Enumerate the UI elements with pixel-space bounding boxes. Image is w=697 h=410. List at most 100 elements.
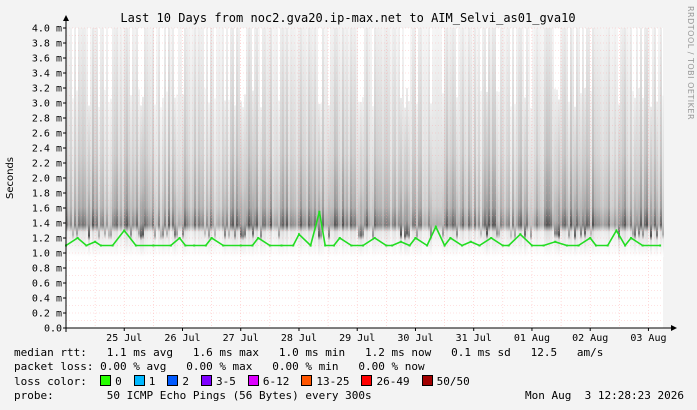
loss-color-swatch bbox=[361, 375, 373, 386]
x-tick-label: 02 Aug bbox=[572, 333, 608, 344]
y-tick-label: 0.6 m bbox=[32, 279, 62, 290]
median-rtt-point bbox=[629, 237, 632, 239]
loss-color-item: 0 bbox=[100, 375, 122, 388]
chart-title: Last 10 Days from noc2.gva20.ip-max.net … bbox=[120, 11, 575, 25]
loss-color-row: loss color: 0 1 2 3-5 6-12 13-25 26-49 50/50 bbox=[14, 375, 482, 388]
y-tick-label: 0.0 bbox=[44, 324, 62, 335]
loss-color-item: 26-49 bbox=[361, 375, 410, 388]
probe-text: 50 ICMP Echo Pings (56 Bytes) every 300s bbox=[106, 389, 372, 402]
loss-color-label-item: 26-49 bbox=[376, 375, 410, 388]
y-tick-label: 4.0 m bbox=[32, 24, 62, 35]
x-axis-arrow bbox=[671, 325, 677, 331]
y-tick-label: 2.6 m bbox=[32, 129, 62, 140]
median-rtt-point bbox=[268, 244, 271, 247]
median-rtt-point bbox=[280, 244, 283, 247]
loss-color-label-item: 0 bbox=[115, 375, 122, 388]
median-rtt-point bbox=[338, 237, 341, 239]
median-rtt-point bbox=[469, 240, 472, 243]
median-rtt-point bbox=[519, 233, 522, 236]
median-rtt-point bbox=[414, 237, 417, 239]
median-rtt-point bbox=[595, 244, 598, 247]
median-rtt-point bbox=[385, 244, 388, 247]
median-rtt-point bbox=[391, 244, 394, 247]
loss-color-item: 13-25 bbox=[301, 375, 349, 388]
median-rtt-point bbox=[461, 244, 464, 247]
x-tick-label: 31 Jul bbox=[456, 333, 492, 344]
y-tick-label: 0.8 m bbox=[32, 264, 62, 275]
median-rtt-point bbox=[123, 229, 126, 232]
median-rtt-point bbox=[239, 244, 242, 247]
median-rtt-point bbox=[222, 244, 225, 247]
y-tick-label: 3.0 m bbox=[32, 99, 62, 110]
median-rtt-point bbox=[426, 244, 429, 247]
median-rtt-point bbox=[530, 244, 533, 247]
median-rtt-row: median rtt: 1.1 ms avg 1.6 ms max 1.0 ms… bbox=[14, 347, 603, 359]
median-rtt-point bbox=[184, 244, 187, 247]
loss-color-swatch bbox=[200, 375, 212, 386]
loss-color-swatch bbox=[133, 375, 145, 386]
median-rtt-point bbox=[554, 240, 557, 243]
median-rtt-point bbox=[542, 244, 545, 247]
median-rtt-point bbox=[76, 237, 79, 239]
median-rtt-label: median rtt: bbox=[14, 346, 87, 359]
x-tick-label: 30 Jul bbox=[397, 333, 433, 344]
loss-color-swatch bbox=[301, 375, 313, 386]
median-rtt-point bbox=[94, 240, 97, 243]
median-rtt-point bbox=[606, 244, 609, 247]
x-tick-label: 25 Jul bbox=[106, 333, 142, 344]
median-rtt-point bbox=[169, 244, 172, 247]
loss-color-label-item: 50/50 bbox=[436, 375, 470, 388]
y-tick-label: 1.8 m bbox=[32, 189, 62, 200]
median-rtt-point bbox=[309, 244, 312, 247]
loss-color-item: 50/50 bbox=[421, 375, 470, 388]
median-rtt-point bbox=[659, 244, 662, 247]
median-rtt-point bbox=[178, 237, 181, 239]
x-tick-label: 29 Jul bbox=[339, 333, 375, 344]
loss-color-label-item: 2 bbox=[182, 375, 189, 388]
loss-color-swatch bbox=[247, 375, 259, 386]
median-rtt-point bbox=[193, 244, 196, 247]
loss-color-item: 6-12 bbox=[247, 375, 289, 388]
y-tick-label: 3.8 m bbox=[32, 39, 62, 50]
y-axis-arrow bbox=[63, 15, 69, 21]
loss-color-label-item: 13-25 bbox=[316, 375, 350, 388]
median-rtt-point bbox=[408, 244, 411, 247]
timestamp: Mon Aug 3 12:28:23 2026 bbox=[525, 389, 684, 402]
median-rtt-point bbox=[210, 237, 213, 239]
loss-color-label: loss color: bbox=[14, 375, 87, 388]
median-rtt-point bbox=[577, 244, 580, 247]
packet-loss-row: packet loss: 0.00 % avg 0.00 % max 0.00 … bbox=[14, 361, 425, 373]
y-tick-label: 1.0 m bbox=[32, 249, 62, 260]
median-rtt-point bbox=[565, 244, 568, 247]
loss-color-list: 0 1 2 3-5 6-12 13-25 26-49 50/50 bbox=[100, 375, 482, 388]
median-rtt-point bbox=[324, 244, 327, 247]
y-tick-label: 0.2 m bbox=[32, 309, 62, 320]
loss-color-swatch bbox=[421, 375, 433, 386]
y-tick-label: 1.6 m bbox=[32, 204, 62, 215]
probe-row: probe: 50 ICMP Echo Pings (56 Bytes) eve… bbox=[14, 390, 684, 402]
loss-color-swatch bbox=[100, 375, 112, 386]
y-tick-label: 2.0 m bbox=[32, 174, 62, 185]
y-axis-label: Seconds bbox=[5, 157, 16, 199]
loss-color-label-item: 1 bbox=[148, 375, 156, 388]
median-rtt-point bbox=[589, 237, 592, 239]
probe-label: probe: bbox=[14, 389, 54, 402]
x-tick-label: 28 Jul bbox=[281, 333, 317, 344]
median-rtt-point bbox=[318, 210, 321, 213]
y-tick-label: 1.2 m bbox=[32, 234, 62, 245]
median-rtt-point bbox=[501, 244, 504, 247]
median-rtt-point bbox=[362, 244, 365, 247]
x-tick-label: 03 Aug bbox=[630, 333, 666, 344]
loss-color-label-item: 3-5 bbox=[215, 375, 236, 388]
median-rtt-point bbox=[507, 244, 510, 247]
chart-area: Last 10 Days from noc2.gva20.ip-max.net … bbox=[5, 11, 677, 344]
median-rtt-point bbox=[204, 244, 207, 247]
median-rtt-point bbox=[478, 244, 481, 247]
packet-loss-values: 0.00 % avg 0.00 % max 0.00 % min 0.00 % … bbox=[100, 360, 425, 373]
median-rtt-point bbox=[434, 225, 437, 228]
y-tick-label: 3.2 m bbox=[32, 84, 62, 95]
median-rtt-point bbox=[292, 244, 295, 247]
y-axis-ticks: 0.0 0.2 m 0.4 m 0.6 m 0.8 m 1.0 m 1.2 m 1.4 m 1.… bbox=[32, 24, 66, 335]
median-rtt-values: 1.1 ms avg 1.6 ms max 1.0 ms min 1.2 ms … bbox=[106, 346, 604, 359]
y-tick-label: 2.2 m bbox=[32, 159, 62, 170]
